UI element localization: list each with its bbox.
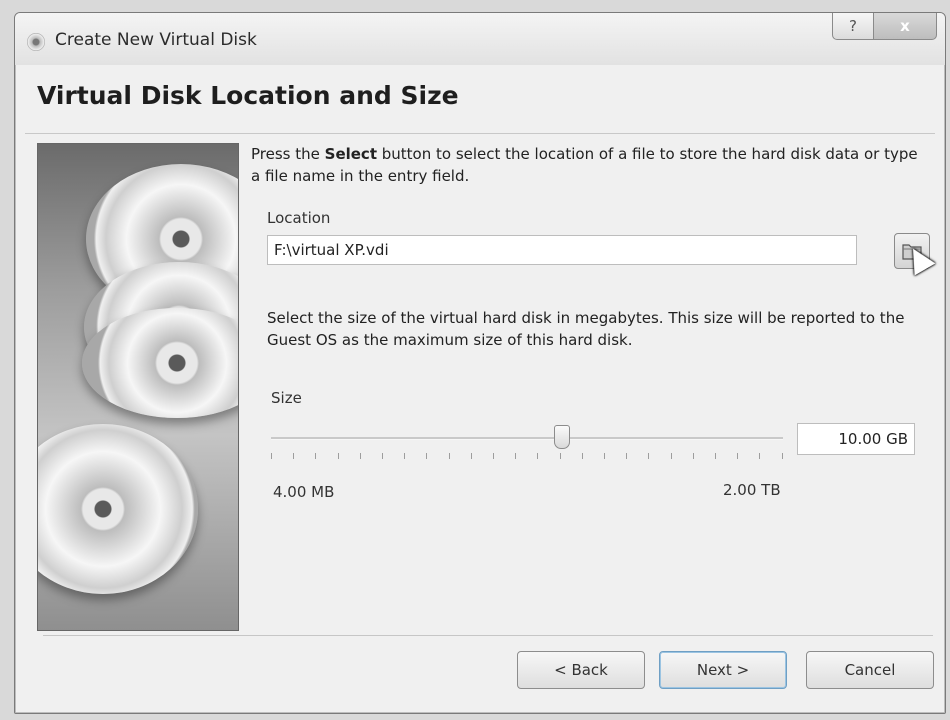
- tick: [759, 453, 761, 459]
- slider-ticks: [271, 453, 783, 459]
- tick: [604, 453, 606, 459]
- tick: [626, 453, 628, 459]
- tick: [315, 453, 317, 459]
- tick: [715, 453, 717, 459]
- location-group: Location: [267, 209, 936, 276]
- cancel-button[interactable]: Cancel: [806, 651, 934, 689]
- close-button[interactable]: x: [874, 13, 937, 40]
- help-button[interactable]: ?: [832, 13, 874, 40]
- slider-max-label: 2.00 TB: [723, 481, 781, 499]
- disc-image-4: [38, 424, 198, 594]
- size-group: Size 10.00 GB 4.00 MB 2.00 TB: [271, 389, 927, 501]
- tick: [781, 453, 783, 459]
- create-virtual-disk-dialog: Create New Virtual Disk ? x Virtual Disk…: [14, 12, 946, 714]
- window-controls: ? x: [832, 13, 937, 43]
- tick: [293, 453, 295, 459]
- tick: [581, 453, 583, 459]
- disc-stack-illustration: [37, 143, 239, 631]
- page-title: Virtual Disk Location and Size: [37, 81, 459, 110]
- slider-min-label: 4.00 MB: [273, 483, 335, 501]
- tick: [470, 453, 472, 459]
- location-description-select: Select: [324, 145, 377, 163]
- tick: [670, 453, 672, 459]
- window-title: Create New Virtual Disk: [55, 30, 257, 50]
- tick: [648, 453, 650, 459]
- tick: [515, 453, 517, 459]
- tick: [737, 453, 739, 459]
- tick: [337, 453, 339, 459]
- next-button[interactable]: Next >: [659, 651, 787, 689]
- footer-divider: [43, 635, 933, 636]
- tick: [537, 453, 539, 459]
- tick: [692, 453, 694, 459]
- tick: [359, 453, 361, 459]
- location-label: Location: [267, 209, 331, 227]
- tick: [404, 453, 406, 459]
- tick: [271, 453, 272, 459]
- main-content: Press the Select button to select the lo…: [251, 143, 936, 501]
- location-description-prefix: Press the: [251, 145, 325, 163]
- location-input[interactable]: [267, 235, 857, 265]
- virtual-disk-icon: [27, 33, 45, 51]
- title-bar: Create New Virtual Disk ? x: [15, 13, 945, 65]
- tick: [559, 453, 561, 459]
- slider-thumb[interactable]: [554, 425, 570, 449]
- tick: [493, 453, 495, 459]
- tick: [426, 453, 428, 459]
- size-value-field[interactable]: [797, 423, 915, 455]
- size-slider[interactable]: [271, 423, 783, 463]
- tick: [448, 453, 450, 459]
- header-divider: [25, 133, 935, 134]
- location-description: Press the Select button to select the lo…: [251, 143, 931, 187]
- back-button[interactable]: < Back: [517, 651, 645, 689]
- size-description: Select the size of the virtual hard disk…: [267, 309, 905, 349]
- slider-track: [271, 437, 783, 440]
- size-label: Size: [271, 389, 302, 407]
- tick: [382, 453, 384, 459]
